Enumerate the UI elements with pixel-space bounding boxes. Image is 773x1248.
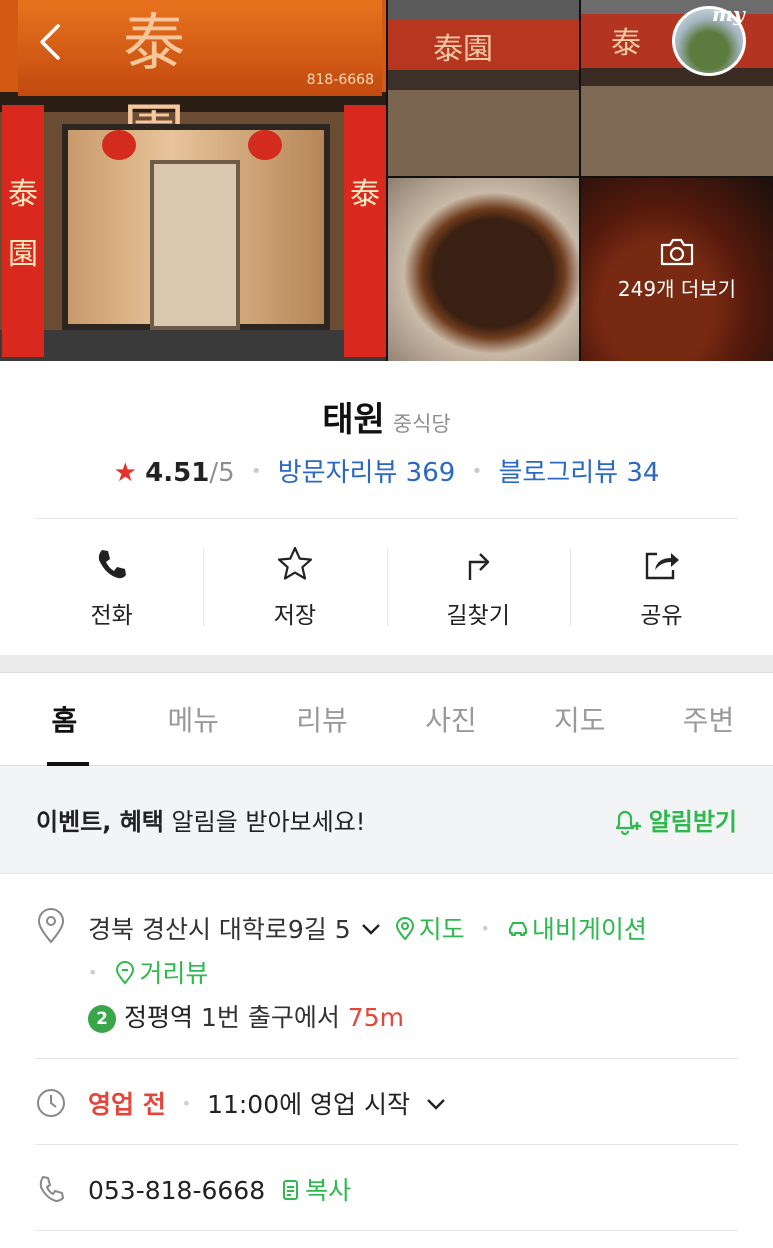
action-bar: 전화 저장 길찾기 공유 — [20, 540, 753, 640]
address-line: 경북 경산시 대학로9길 5 지도 • 내비게이션 — [88, 910, 647, 946]
rating-max: /5 — [209, 458, 235, 488]
copy-label: 복사 — [305, 1176, 352, 1205]
tab-bar: 홈 메뉴 리뷰 사진 지도 주변 — [0, 673, 773, 766]
tab-map[interactable]: 지도 — [515, 673, 644, 765]
navigation-link[interactable]: 내비게이션 — [506, 915, 647, 944]
map-link[interactable]: 지도 — [393, 915, 465, 944]
rating-score: 4.51 — [145, 458, 210, 488]
phone-outline-icon — [39, 1176, 64, 1202]
notification-banner: 이벤트, 혜택 알림을 받아보세요! 알림받기 — [0, 766, 773, 874]
red-banner-left: 泰園 — [2, 105, 44, 357]
phone-icon — [98, 550, 126, 579]
thumb-sign-text: 泰 — [611, 26, 641, 61]
storefront-sign: 泰園 818-6668 — [18, 0, 382, 169]
separator-dot: • — [250, 461, 262, 482]
phone-number[interactable]: 053-818-6668 — [88, 1176, 265, 1205]
back-arrow-icon[interactable] — [32, 20, 68, 64]
notification-bold-text: 이벤트, 혜택 — [36, 808, 164, 836]
share-button[interactable]: 공유 — [569, 540, 753, 640]
banner-left-text: 泰園 — [8, 177, 38, 272]
photo-gallery[interactable]: 泰園 818-6668 泰園 泰 泰園 泰 249개 더보기 my — [0, 0, 773, 361]
street-view-line: • 거리뷰 — [88, 954, 208, 990]
notification-body-text: 알림을 받아보세요! — [163, 808, 366, 836]
street-view-pin-icon — [116, 961, 135, 985]
separator-dot: • — [480, 919, 490, 938]
red-banner-right: 泰 — [344, 105, 386, 357]
directions-label: 길찾기 — [446, 603, 510, 629]
navigation-link-label: 내비게이션 — [531, 915, 647, 944]
bell-plus-icon — [615, 810, 641, 835]
tab-nearby[interactable]: 주변 — [644, 673, 773, 765]
directions-button[interactable]: 길찾기 — [386, 540, 570, 640]
directions-icon — [468, 553, 490, 580]
phone-line: 053-818-6668 복사 — [88, 1171, 351, 1207]
separator-dot: • — [88, 963, 98, 982]
subscribe-alerts-button[interactable]: 알림받기 — [611, 802, 737, 837]
share-label: 공유 — [640, 603, 683, 629]
location-pin-icon — [37, 908, 65, 944]
opening-hours: 11:00에 영업 시작 — [207, 1090, 411, 1119]
subway-distance: 75m — [347, 1003, 404, 1032]
chevron-down-icon[interactable] — [424, 1092, 448, 1116]
hours-section[interactable]: 영업 전 • 11:00에 영업 시작 — [35, 1059, 738, 1144]
red-lantern — [102, 130, 136, 160]
copy-icon — [283, 1180, 299, 1200]
clock-icon — [37, 1089, 65, 1117]
call-label: 전화 — [90, 603, 133, 629]
tab-photos[interactable]: 사진 — [386, 673, 515, 765]
more-photos-label: 249개 더보기 — [617, 277, 737, 301]
place-name: 태원 — [322, 400, 385, 440]
subway-line-badge: 2 — [88, 1005, 116, 1033]
subway-station: 정평역 — [124, 1003, 194, 1032]
gallery-thumb-jajangmyeon[interactable] — [388, 178, 579, 361]
rating-summary: ★ 4.51/5 • 방문자리뷰 369 • 블로그리뷰 34 — [0, 452, 773, 489]
thumb-sign-text: 泰園 — [433, 32, 493, 67]
copy-phone-button[interactable]: 복사 — [279, 1176, 351, 1205]
map-link-label: 지도 — [418, 915, 465, 944]
place-category: 중식당 — [392, 412, 451, 436]
subscribe-alerts-label: 알림받기 — [648, 808, 737, 836]
red-lantern — [248, 130, 282, 160]
business-status: 영업 전 — [88, 1090, 166, 1119]
phone-section: 053-818-6668 복사 — [35, 1145, 738, 1230]
visitor-reviews-link[interactable]: 방문자리뷰 369 — [278, 458, 456, 488]
map-pin-icon — [395, 917, 414, 941]
tab-menu[interactable]: 메뉴 — [129, 673, 258, 765]
separator-dot: • — [181, 1094, 192, 1113]
notification-text: 이벤트, 혜택 알림을 받아보세요! — [36, 802, 365, 837]
star-icon — [277, 546, 312, 580]
address-section: 경북 경산시 대학로9길 5 지도 • 내비게이션 • 거리뷰 2 정평역 1번 … — [35, 874, 738, 1058]
tab-home[interactable]: 홈 — [0, 673, 129, 766]
street-view-link-label: 거리뷰 — [139, 959, 209, 988]
section-separator — [0, 655, 773, 673]
rating-star-icon: ★ — [113, 458, 137, 488]
street-view-link[interactable]: 거리뷰 — [113, 959, 208, 988]
car-icon — [508, 922, 527, 936]
hours-line: 영업 전 • 11:00에 영업 시작 — [88, 1085, 450, 1121]
save-button[interactable]: 저장 — [203, 540, 386, 640]
subway-info: 2 정평역 1번 출구에서 75m — [88, 998, 404, 1034]
tab-reviews[interactable]: 리뷰 — [258, 673, 387, 765]
my-badge-label: my — [712, 2, 745, 26]
banner-right-text: 泰 — [350, 177, 380, 212]
save-label: 저장 — [273, 603, 317, 629]
chevron-down-icon[interactable] — [359, 917, 383, 941]
divider — [35, 518, 738, 519]
share-icon — [646, 552, 680, 580]
more-photos-button[interactable]: 249개 더보기 — [581, 178, 773, 361]
entrance-door — [150, 160, 240, 330]
sign-phone-text: 818-6668 — [306, 72, 374, 88]
blog-reviews-link[interactable]: 블로그리뷰 34 — [498, 458, 659, 488]
subway-exit: 1번 출구에서 — [193, 1003, 348, 1032]
gallery-thumb-storefront-1[interactable]: 泰園 — [388, 0, 579, 176]
call-button[interactable]: 전화 — [20, 540, 203, 640]
divider — [35, 1230, 738, 1231]
camera-icon — [660, 238, 694, 266]
place-title: 태원 중식당 — [0, 392, 773, 441]
separator-dot: • — [471, 461, 483, 482]
address-text[interactable]: 경북 경산시 대학로9길 5 — [88, 915, 351, 944]
